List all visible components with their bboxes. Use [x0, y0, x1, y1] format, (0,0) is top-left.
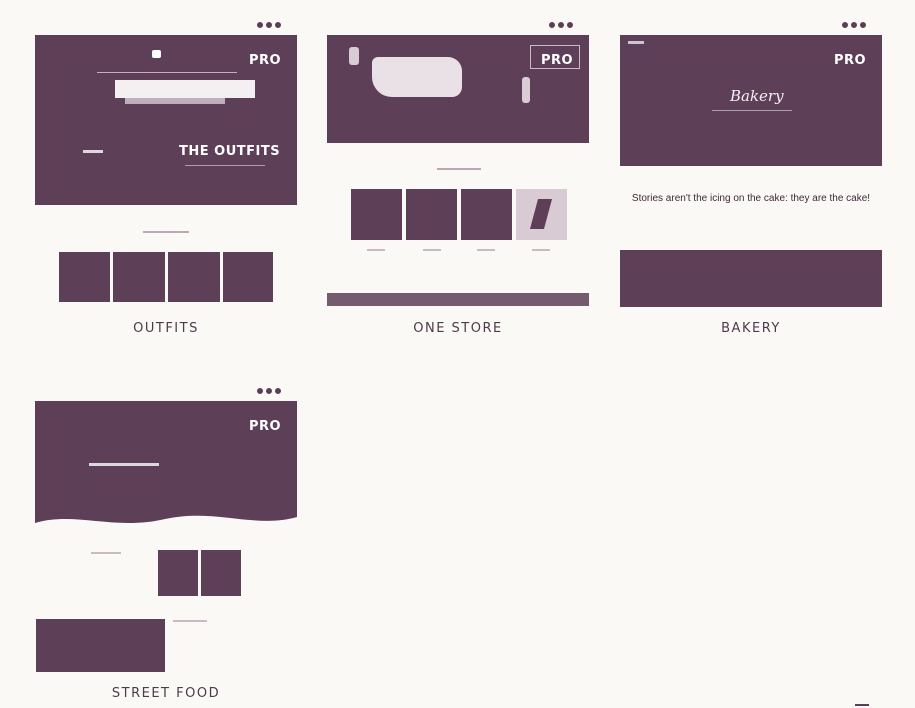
product-thumb [516, 189, 567, 240]
template-preview-one-store[interactable]: PRO [327, 35, 589, 143]
template-preview-outfits[interactable]: PRO THE OUTFITS [35, 35, 297, 205]
gallery-thumb [113, 252, 165, 302]
template-card-street-food[interactable]: PRO STREET FOOD [35, 386, 297, 706]
hero-image [115, 80, 255, 98]
template-title[interactable]: ONE STORE [327, 321, 589, 336]
template-card-one-store[interactable]: PRO ONE STORE [327, 20, 589, 340]
map-image [372, 57, 462, 97]
product-thumb [461, 189, 512, 240]
hero-heading: THE OUTFITS [179, 144, 281, 159]
template-card-outfits[interactable]: PRO THE OUTFITS OUTFITS [35, 20, 297, 340]
gallery-thumb [168, 252, 220, 302]
footer-strip [327, 293, 589, 306]
template-preview-street-food[interactable]: PRO [35, 401, 297, 531]
pro-badge: PRO [834, 53, 867, 68]
section-image [36, 619, 165, 672]
template-title[interactable]: OUTFITS [35, 321, 297, 336]
gallery-thumb [223, 252, 273, 302]
wave-divider [35, 515, 297, 531]
hero-script: Bakery [730, 87, 784, 105]
section-image [620, 250, 882, 307]
product-thumb [406, 189, 457, 240]
scroll-indicator [855, 704, 869, 706]
window-controls-icon [549, 22, 573, 28]
gallery-thumb [201, 550, 241, 596]
logo-icon [152, 50, 161, 58]
product-thumb [351, 189, 402, 240]
template-title[interactable]: STREET FOOD [35, 686, 297, 701]
gallery-thumb [59, 252, 110, 302]
pro-badge: PRO [249, 419, 282, 434]
window-controls-icon [842, 22, 866, 28]
template-preview-bakery[interactable]: PRO Bakery [620, 35, 882, 166]
window-controls-icon [257, 22, 281, 28]
template-card-bakery[interactable]: PRO Bakery Stories aren't the icing on t… [620, 20, 882, 340]
quote-text: Stories aren't the icing on the cake: th… [631, 193, 871, 204]
pro-badge: PRO [249, 53, 282, 68]
template-title[interactable]: BAKERY [620, 321, 882, 336]
window-controls-icon [257, 388, 281, 394]
gallery-thumb [158, 550, 198, 596]
